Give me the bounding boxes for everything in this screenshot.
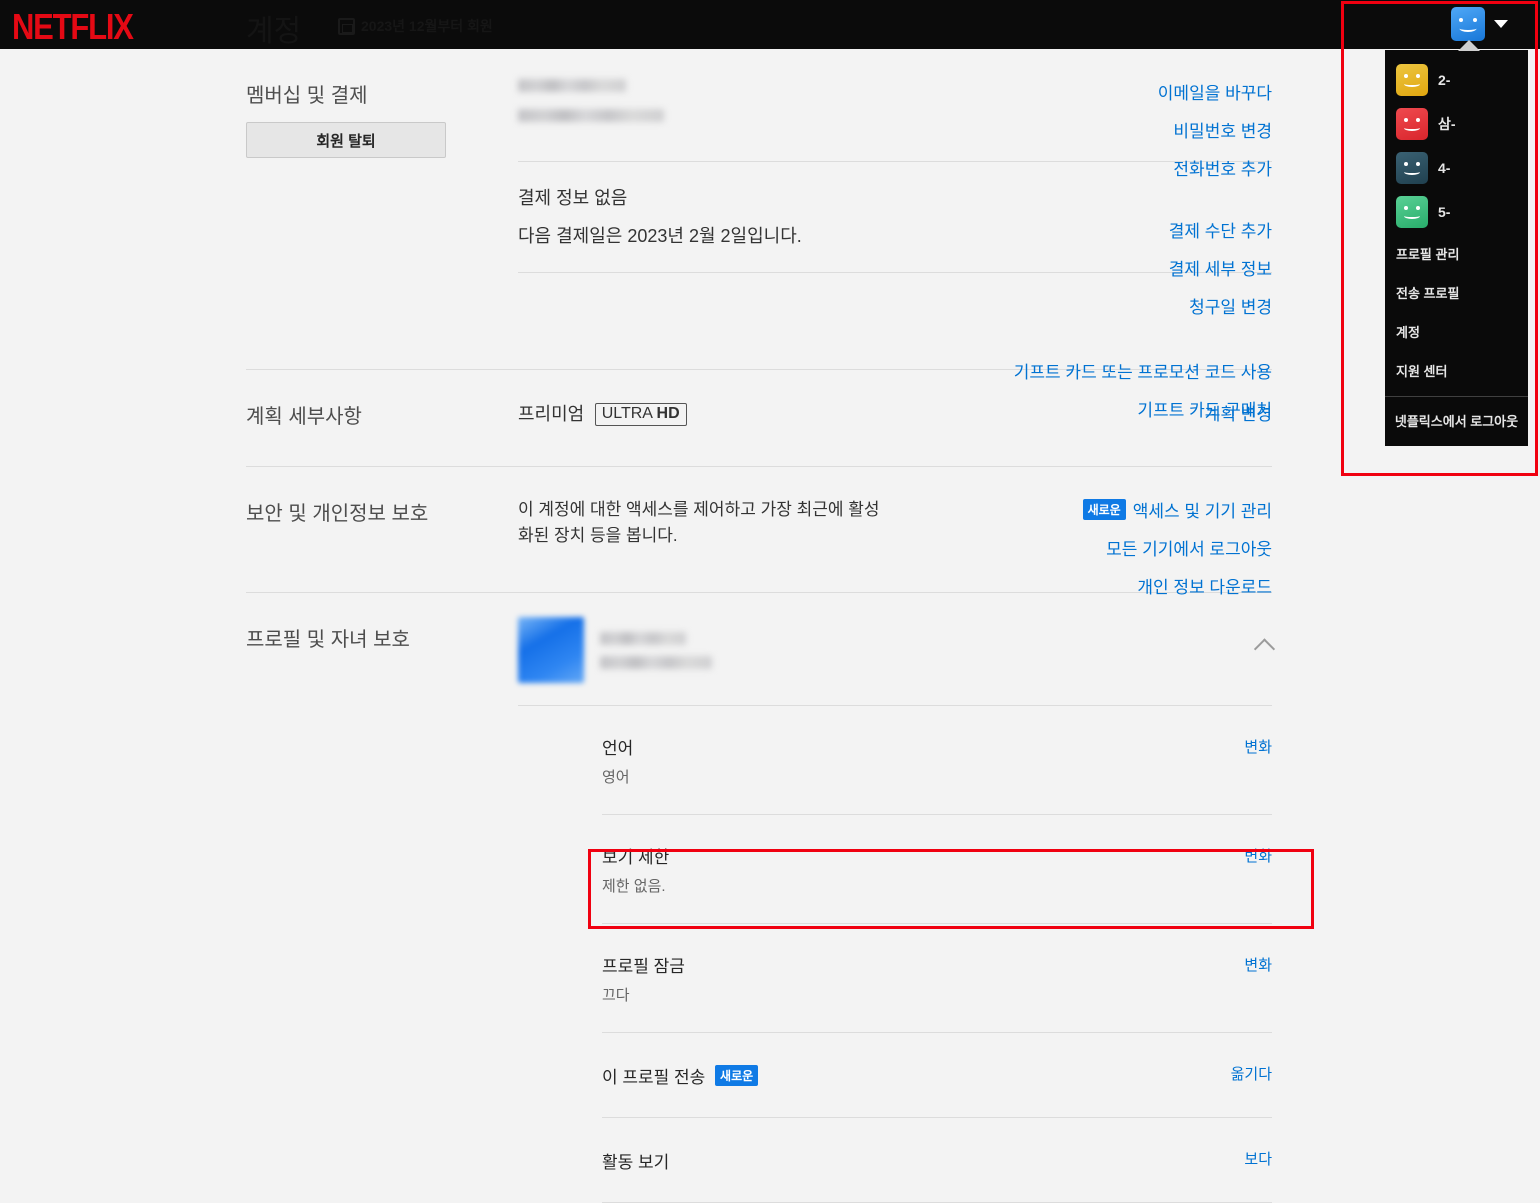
profile-avatar-icon xyxy=(1396,64,1428,96)
setting-value: 영어 xyxy=(602,769,630,786)
change-email-link[interactable]: 이메일을 바꾸다 xyxy=(1014,79,1272,104)
security-label: 보안 및 개인정보 보호 xyxy=(246,503,429,525)
dropdown-item-help-center[interactable]: 지원 센터 xyxy=(1385,351,1528,390)
chevron-down-icon[interactable] xyxy=(1494,20,1508,28)
redacted-name-line-2 xyxy=(600,655,712,669)
profile-avatar-icon xyxy=(1396,196,1428,228)
profile-header-row[interactable] xyxy=(518,593,1276,705)
plan-value: 프리미엄 ULTRA HD xyxy=(518,370,1272,466)
sign-out-all-devices-link[interactable]: 모든 기기에서 로그아웃 xyxy=(1083,535,1272,560)
security-desc-line1: 이 계정에 대한 액세스를 제어하고 가장 최근에 활성 xyxy=(518,500,880,519)
member-since: 2023년 12월부터 회원 xyxy=(338,16,493,36)
avatar-eye-left-icon xyxy=(1459,18,1463,22)
redacted-password xyxy=(518,109,664,122)
transfer-title-text: 이 프로필 전송 xyxy=(602,1068,706,1087)
dropdown-profile-item[interactable]: 2- xyxy=(1385,58,1528,102)
profiles-body: 언어 영어 변화 보기 제한 제한 없음. 변화 프로필 잠금 끄다 변화 이 … xyxy=(518,593,1276,1203)
badge-prefix: ULTRA xyxy=(601,405,653,422)
netflix-logo[interactable]: NETFLIX xyxy=(12,6,134,48)
badge-suffix: HD xyxy=(656,405,680,422)
profile-setting-view-activity[interactable]: 활동 보기 보다 xyxy=(518,1118,1272,1202)
membership-label: 멤버십 및 결제 회원 탈퇴 xyxy=(246,49,518,369)
change-password-link[interactable]: 비밀번호 변경 xyxy=(1014,117,1272,142)
dropdown-item-sign-out[interactable]: 넷플릭스에서 로그아웃 xyxy=(1385,397,1528,446)
avatar-smile-icon xyxy=(1459,25,1477,32)
ultra-hd-badge: ULTRA HD xyxy=(594,403,687,426)
change-viewing-restrictions-link[interactable]: 변화 xyxy=(1244,845,1272,866)
dropdown-pointer-icon xyxy=(1458,40,1480,51)
membership-section: 멤버십 및 결제 회원 탈퇴 결제 정보 없음 다음 결제일은 2023년 2월… xyxy=(0,49,1540,420)
account-content: 멤버십 및 결제 회원 탈퇴 결제 정보 없음 다음 결제일은 2023년 2월… xyxy=(0,49,1540,1203)
change-language-link[interactable]: 변화 xyxy=(1244,736,1272,757)
dropdown-item-account[interactable]: 계정 xyxy=(1385,312,1528,351)
dropdown-profile-item[interactable]: 5- xyxy=(1385,190,1528,234)
setting-value: 제한 없음. xyxy=(602,878,666,895)
profiles-section: 프로필 및 자녀 보호 언어 영어 변화 보기 제한 제한 없음. 변화 프로필… xyxy=(0,593,1540,1203)
plan-label: 계획 세부사항 xyxy=(246,406,362,428)
avatar xyxy=(518,617,584,683)
security-links: 새로운 액세스 및 기기 관리 모든 기기에서 로그아웃 개인 정보 다운로드 xyxy=(1082,497,1272,598)
dropdown-item-transfer-profile[interactable]: 전송 프로필 xyxy=(1385,273,1528,312)
plan-section: 계획 세부사항 프리미엄 ULTRA HD 계획 변경 xyxy=(0,370,1540,466)
manage-access-devices-link[interactable]: 액세스 및 기기 관리 xyxy=(1133,502,1272,521)
membership-label-text: 멤버십 및 결제 xyxy=(246,85,368,107)
add-phone-link[interactable]: 전화번호 추가 xyxy=(1014,155,1272,180)
change-profile-lock-link[interactable]: 변화 xyxy=(1244,954,1272,975)
profile-setting-language[interactable]: 언어 영어 변화 xyxy=(518,706,1272,814)
transfer-profile-link[interactable]: 옮기다 xyxy=(1231,1063,1272,1084)
profile-setting-viewing-restrictions[interactable]: 보기 제한 제한 없음. 변화 xyxy=(518,815,1272,923)
profile-avatar-icon xyxy=(1396,108,1428,140)
chevron-up-icon[interactable] xyxy=(1253,638,1276,660)
account-avatar-button[interactable] xyxy=(1451,7,1485,41)
plan-links: 계획 변경 xyxy=(1205,400,1272,425)
setting-title: 언어 xyxy=(602,739,634,758)
plan-tier: 프리미엄 xyxy=(518,404,585,424)
profiles-label: 프로필 및 자녀 보호 xyxy=(246,629,410,651)
change-billing-day-link[interactable]: 청구일 변경 xyxy=(1014,293,1272,318)
security-desc-line2: 화된 장치 등을 봅니다. xyxy=(518,525,678,545)
account-dropdown-menu: 2- 삼- 4- 5- 프로필 관리 전송 프로필 계정 지원 센터 넷플릭스에… xyxy=(1385,50,1528,446)
profile-setting-transfer-profile[interactable]: 이 프로필 전송 새로운 옮기다 xyxy=(518,1033,1272,1117)
dropdown-profile-item[interactable]: 4- xyxy=(1385,146,1528,190)
setting-title: 프로필 잠금 xyxy=(602,957,685,976)
page-title: 계정 xyxy=(246,15,302,48)
dropdown-item-manage-profiles[interactable]: 프로필 관리 xyxy=(1385,234,1528,273)
profile-avatar-icon xyxy=(1396,152,1428,184)
dropdown-profile-item[interactable]: 삼- xyxy=(1385,102,1528,146)
new-badge: 새로운 xyxy=(715,1065,759,1086)
setting-title: 보기 제한 xyxy=(602,848,670,867)
top-header-bar: NETFLIX 계정 2023년 12월부터 회원 xyxy=(0,0,1540,49)
setting-value: 끄다 xyxy=(602,987,630,1004)
setting-title: 이 프로필 전송 새로운 xyxy=(602,1063,1272,1088)
add-payment-method-link[interactable]: 결제 수단 추가 xyxy=(1014,217,1272,242)
avatar-eye-right-icon xyxy=(1473,18,1477,22)
manage-access-row: 새로운 액세스 및 기기 관리 xyxy=(1082,497,1272,522)
change-plan-link[interactable]: 계획 변경 xyxy=(1205,400,1272,425)
redacted-email xyxy=(518,79,626,92)
member-since-text: 2023년 12월부터 회원 xyxy=(361,18,493,34)
dropdown-profile-name: 4- xyxy=(1438,160,1451,176)
dropdown-profile-name: 5- xyxy=(1438,204,1451,220)
billing-details-link[interactable]: 결제 세부 정보 xyxy=(1014,255,1272,280)
view-activity-link[interactable]: 보다 xyxy=(1244,1148,1272,1169)
dropdown-profile-name: 삼- xyxy=(1438,116,1456,132)
dropdown-profile-name: 2- xyxy=(1438,72,1451,88)
profile-setting-profile-lock[interactable]: 프로필 잠금 끄다 변화 xyxy=(518,924,1272,1032)
new-badge: 새로운 xyxy=(1082,499,1126,520)
redacted-name-line-1 xyxy=(600,631,686,645)
security-section: 보안 및 개인정보 보호 이 계정에 대한 액세스를 제어하고 가장 최근에 활… xyxy=(0,467,1540,597)
redacted-profile-name xyxy=(600,631,712,669)
unsubscribe-button[interactable]: 회원 탈퇴 xyxy=(246,122,446,158)
calendar-icon xyxy=(338,17,355,35)
setting-title: 활동 보기 xyxy=(602,1153,670,1172)
